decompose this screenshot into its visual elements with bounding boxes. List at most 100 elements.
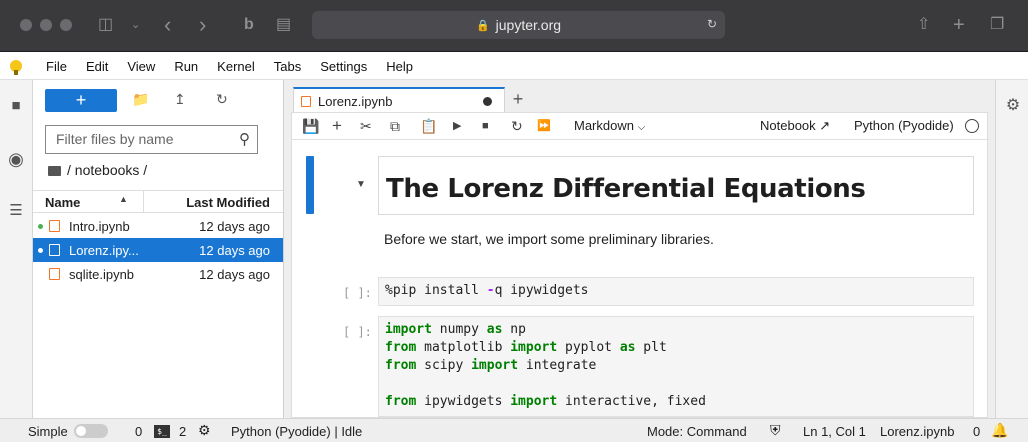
upload-icon[interactable]: ↥ xyxy=(174,91,186,108)
new-tab-icon[interactable]: + xyxy=(953,14,965,36)
breadcrumb-path: / notebooks / xyxy=(67,162,148,178)
active-cell-indicator xyxy=(306,156,314,214)
running-indicator-icon xyxy=(38,224,43,229)
menu-edit[interactable]: Edit xyxy=(86,59,108,74)
back-icon[interactable]: ‹ xyxy=(164,14,171,36)
mode-status: Mode: Command xyxy=(647,424,747,439)
file-name: sqlite.ipynb xyxy=(69,267,135,282)
cell-type-select[interactable]: Markdown ⌵ xyxy=(574,118,645,133)
breadcrumb[interactable]: / notebooks / xyxy=(48,162,147,178)
translate-reload-icon[interactable]: ↻ xyxy=(707,17,717,31)
trusted-shield-icon: ⛨ xyxy=(770,422,781,438)
collapse-heading-icon[interactable]: ▼ xyxy=(356,179,366,190)
maximize-window-button[interactable] xyxy=(60,19,72,31)
property-inspector-gear-icon[interactable]: ⚙ xyxy=(1004,97,1022,115)
menu-tabs[interactable]: Tabs xyxy=(274,59,301,74)
menu-run[interactable]: Run xyxy=(174,59,198,74)
paste-icon[interactable]: 📋 xyxy=(420,117,437,135)
tab-overview-icon[interactable]: ❐ xyxy=(990,14,1004,36)
markdown-paragraph: Before we start, we import some prelimin… xyxy=(384,231,714,247)
browser-titlebar: ◫ ⌄ ‹ › b ▤ 🔒 jupyter.org ↻ ⇧ + ❐ xyxy=(0,0,1028,52)
kernel-status-icon xyxy=(965,119,979,133)
markdown-cell[interactable]: The Lorenz Differential Equations xyxy=(378,156,974,215)
new-launcher-button[interactable]: + xyxy=(45,89,117,112)
notebook-label: Notebook xyxy=(760,118,816,133)
simple-mode-toggle[interactable] xyxy=(74,424,108,438)
cell-prompt: [ ]: xyxy=(343,325,372,339)
folder-icon[interactable]: ■ xyxy=(7,97,25,115)
file-row[interactable]: Intro.ipynb 12 days ago xyxy=(33,214,283,238)
minimize-window-button[interactable] xyxy=(40,19,52,31)
notebook-icon xyxy=(49,268,60,280)
cut-icon[interactable]: ✂ xyxy=(360,117,372,135)
file-modified: 12 days ago xyxy=(199,243,270,258)
notebook-content: ▼ The Lorenz Differential Equations Befo… xyxy=(292,141,987,417)
table-of-contents-icon[interactable]: ☰ xyxy=(7,202,25,220)
forward-icon[interactable]: › xyxy=(199,14,206,36)
tab-lorenz[interactable]: Lorenz.ipynb xyxy=(293,87,505,113)
add-tab-button[interactable]: + xyxy=(507,88,529,110)
close-window-button[interactable] xyxy=(20,19,32,31)
stop-icon[interactable]: ■ xyxy=(482,117,489,135)
code-line: from matplotlib import pyplot as plt xyxy=(385,340,667,355)
jupyter-logo-icon xyxy=(10,60,22,75)
chevron-down-icon: ⌵ xyxy=(637,122,646,133)
insert-cell-icon[interactable]: + xyxy=(332,117,342,135)
code-line: from ipywidgets import interactive, fixe… xyxy=(385,394,706,409)
kernel-status-text[interactable]: Python (Pyodide) | Idle xyxy=(231,424,362,439)
folder-icon xyxy=(48,166,61,176)
tab-strip: Lorenz.ipynb + xyxy=(284,80,995,113)
sort-ascending-icon: ▲ xyxy=(119,194,128,204)
reading-list-icon[interactable]: ▤ xyxy=(276,14,291,36)
right-sidebar: ⚙ xyxy=(995,80,1028,418)
notebook-panel: 💾 + ✂ ⧉ 📋 ▶ ■ ↻ ⏩ Markdown ⌵ Notebook ↗ … xyxy=(291,112,988,418)
running-icon[interactable]: ◉ xyxy=(7,150,25,168)
share-icon[interactable]: ⇧ xyxy=(917,14,930,36)
filter-input[interactable]: Filter files by name ⚲ xyxy=(45,125,258,154)
column-modified-header[interactable]: Last Modified xyxy=(186,195,270,210)
kernel-chip-icon[interactable]: ⚙ xyxy=(198,422,211,439)
code-line: %pip install -q ipywidgets xyxy=(385,283,589,298)
code-cell[interactable]: import numpy as np from matplotlib impor… xyxy=(378,316,974,417)
save-icon[interactable]: 💾 xyxy=(302,117,319,135)
notebook-heading: The Lorenz Differential Equations xyxy=(386,174,866,204)
new-folder-icon[interactable]: 📁 xyxy=(132,91,149,108)
bing-icon[interactable]: b xyxy=(244,14,254,36)
search-icon: ⚲ xyxy=(239,131,250,148)
column-name-header[interactable]: Name xyxy=(45,195,80,210)
menu-settings[interactable]: Settings xyxy=(320,59,367,74)
left-sidebar: ■ ◉ ☰ xyxy=(0,80,33,418)
run-icon[interactable]: ▶ xyxy=(453,117,461,135)
cell-prompt: [ ]: xyxy=(343,286,372,300)
tab-title: Lorenz.ipynb xyxy=(318,94,393,109)
open-in-notebook-button[interactable]: Notebook ↗ xyxy=(760,118,830,134)
chevron-down-icon[interactable]: ⌄ xyxy=(131,14,140,36)
copy-icon[interactable]: ⧉ xyxy=(390,117,400,135)
sidebar-toggle-icon[interactable]: ◫ xyxy=(98,14,113,36)
notification-count: 0 xyxy=(973,424,981,439)
menu-view[interactable]: View xyxy=(127,59,155,74)
restart-icon[interactable]: ↻ xyxy=(511,117,523,135)
filter-placeholder: Filter files by name xyxy=(56,131,174,147)
bell-icon[interactable]: 🔔 xyxy=(991,422,1008,439)
refresh-icon[interactable]: ↻ xyxy=(216,91,228,108)
menu-kernel[interactable]: Kernel xyxy=(217,59,255,74)
menu-help[interactable]: Help xyxy=(386,59,413,74)
code-cell[interactable]: %pip install -q ipywidgets xyxy=(378,277,974,306)
cursor-position[interactable]: Ln 1, Col 1 xyxy=(803,424,866,439)
menu-file[interactable]: File xyxy=(46,59,67,74)
column-divider xyxy=(143,191,144,212)
kernel-count: 2 xyxy=(179,424,187,439)
address-bar[interactable]: 🔒 jupyter.org ↻ xyxy=(312,11,725,39)
status-file-name: Lorenz.ipynb xyxy=(880,424,955,439)
unsaved-dot-icon[interactable] xyxy=(483,97,492,106)
notebook-icon xyxy=(301,96,311,107)
file-list-header: Name ▲ Last Modified xyxy=(33,190,283,213)
kernel-name[interactable]: Python (Pyodide) xyxy=(854,118,954,133)
file-row-selected[interactable]: Lorenz.ipy... 12 days ago xyxy=(33,238,283,262)
terminal-count: 0 xyxy=(135,424,143,439)
file-modified: 12 days ago xyxy=(199,219,270,234)
terminal-icon[interactable]: $_ xyxy=(154,425,170,438)
file-row[interactable]: sqlite.ipynb 12 days ago xyxy=(33,262,283,286)
restart-run-all-icon[interactable]: ⏩ xyxy=(537,117,551,135)
